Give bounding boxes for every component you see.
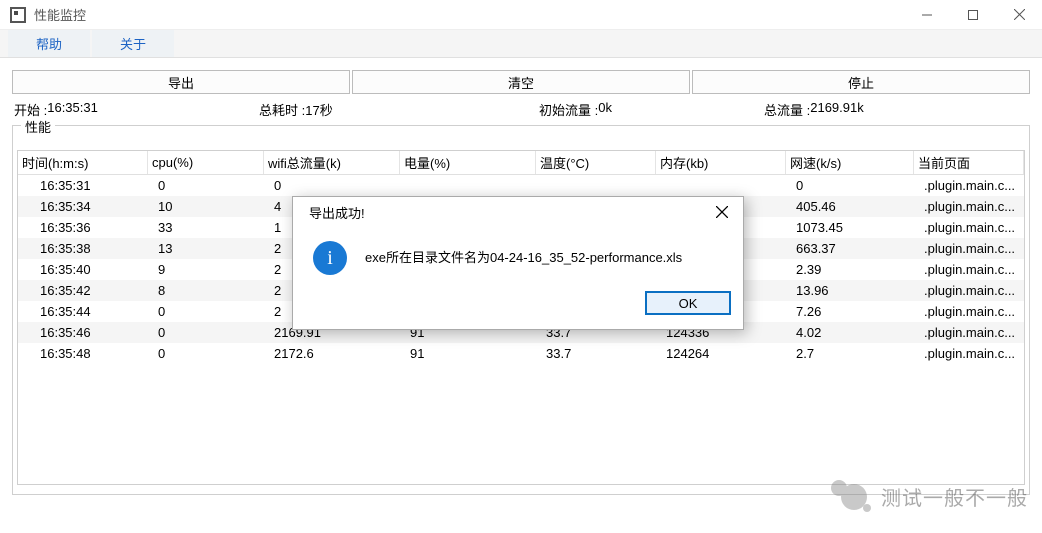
cell-net: 13.96 xyxy=(786,283,914,298)
cell-time: 16:35:46 xyxy=(18,325,148,340)
stat-elapsed-value: 17秒 xyxy=(305,100,332,119)
cell-net: 663.37 xyxy=(786,241,914,256)
cell-wifi: 0 xyxy=(264,178,400,193)
cell-page: .plugin.main.c... xyxy=(914,178,1024,193)
minimize-button[interactable] xyxy=(904,0,950,30)
stat-elapsed-label: 总耗时 : xyxy=(259,100,305,119)
stat-init-traffic-label: 初始流量 : xyxy=(539,100,598,119)
clear-button[interactable]: 清空 xyxy=(352,70,690,94)
cell-net: 2.7 xyxy=(786,346,914,361)
stop-button[interactable]: 停止 xyxy=(692,70,1030,94)
info-icon: i xyxy=(313,241,347,275)
cell-cpu: 8 xyxy=(148,283,264,298)
col-time[interactable]: 时间(h:m:s) xyxy=(18,151,148,174)
window-title: 性能监控 xyxy=(34,5,86,24)
stat-elapsed: 总耗时 : 17秒 xyxy=(259,100,539,119)
app-icon xyxy=(10,7,26,23)
cell-battery: 91 xyxy=(400,346,536,361)
maximize-icon xyxy=(968,10,978,20)
cell-cpu: 9 xyxy=(148,262,264,277)
cell-page: .plugin.main.c... xyxy=(914,346,1024,361)
cell-net: 2.39 xyxy=(786,262,914,277)
stats-row: 开始 : 16:35:31 总耗时 : 17秒 初始流量 : 0k 总流量 : … xyxy=(12,94,1030,123)
table-row[interactable]: 16:35:31000.plugin.main.c... xyxy=(18,175,1024,196)
cell-time: 16:35:42 xyxy=(18,283,148,298)
stat-total-traffic-label: 总流量 : xyxy=(764,100,810,119)
cell-cpu: 10 xyxy=(148,199,264,214)
cell-temp: 33.7 xyxy=(536,346,656,361)
cell-net: 0 xyxy=(786,178,914,193)
menubar: 帮助 关于 xyxy=(0,30,1042,58)
cell-net: 4.02 xyxy=(786,325,914,340)
window-titlebar: 性能监控 xyxy=(0,0,1042,30)
table-row[interactable]: 16:35:4802172.69133.71242642.7.plugin.ma… xyxy=(18,343,1024,364)
col-cpu[interactable]: cpu(%) xyxy=(148,151,264,174)
stat-init-traffic-value: 0k xyxy=(598,100,612,119)
cell-net: 405.46 xyxy=(786,199,914,214)
col-temp[interactable]: 温度(°C) xyxy=(536,151,656,174)
export-success-dialog: 导出成功! i exe所在目录文件名为04-24-16_35_52-perfor… xyxy=(292,196,744,330)
cell-cpu: 0 xyxy=(148,346,264,361)
cell-page: .plugin.main.c... xyxy=(914,241,1024,256)
cell-time: 16:35:44 xyxy=(18,304,148,319)
cell-time: 16:35:48 xyxy=(18,346,148,361)
action-row: 导出 清空 停止 xyxy=(12,70,1030,94)
cell-cpu: 33 xyxy=(148,220,264,235)
cell-net: 7.26 xyxy=(786,304,914,319)
cell-page: .plugin.main.c... xyxy=(914,262,1024,277)
cell-cpu: 0 xyxy=(148,325,264,340)
cell-page: .plugin.main.c... xyxy=(914,199,1024,214)
dialog-body: i exe所在目录文件名为04-24-16_35_52-performance.… xyxy=(293,227,743,285)
cell-cpu: 0 xyxy=(148,304,264,319)
cell-page: .plugin.main.c... xyxy=(914,304,1024,319)
dialog-message: exe所在目录文件名为04-24-16_35_52-performance.xl… xyxy=(365,241,682,266)
col-page[interactable]: 当前页面 xyxy=(914,151,1024,174)
cell-wifi: 2172.6 xyxy=(264,346,400,361)
col-mem[interactable]: 内存(kb) xyxy=(656,151,786,174)
cell-mem: 124264 xyxy=(656,346,786,361)
close-icon xyxy=(1014,9,1025,20)
cell-page: .plugin.main.c... xyxy=(914,283,1024,298)
cell-cpu: 13 xyxy=(148,241,264,256)
performance-legend: 性能 xyxy=(21,117,55,136)
col-battery[interactable]: 电量(%) xyxy=(400,151,536,174)
cell-time: 16:35:38 xyxy=(18,241,148,256)
cell-net: 1073.45 xyxy=(786,220,914,235)
col-net[interactable]: 网速(k/s) xyxy=(786,151,914,174)
table-header: 时间(h:m:s) cpu(%) wifi总流量(k) 电量(%) 温度(°C)… xyxy=(18,151,1024,175)
export-button[interactable]: 导出 xyxy=(12,70,350,94)
dialog-titlebar: 导出成功! xyxy=(293,197,743,227)
cell-page: .plugin.main.c... xyxy=(914,220,1024,235)
stat-total-traffic-value: 2169.91k xyxy=(810,100,864,119)
cell-time: 16:35:34 xyxy=(18,199,148,214)
stat-total-traffic: 总流量 : 2169.91k xyxy=(764,100,864,119)
col-wifi[interactable]: wifi总流量(k) xyxy=(264,151,400,174)
stat-init-traffic: 初始流量 : 0k xyxy=(539,100,764,119)
dialog-title: 导出成功! xyxy=(309,203,365,222)
menu-help[interactable]: 帮助 xyxy=(8,30,90,57)
close-button[interactable] xyxy=(996,0,1042,30)
dialog-footer: OK xyxy=(293,285,743,329)
cell-time: 16:35:36 xyxy=(18,220,148,235)
menu-about[interactable]: 关于 xyxy=(92,30,174,57)
close-icon xyxy=(716,206,728,218)
dialog-ok-button[interactable]: OK xyxy=(645,291,731,315)
minimize-icon xyxy=(922,10,932,20)
dialog-close-button[interactable] xyxy=(701,197,743,227)
cell-time: 16:35:40 xyxy=(18,262,148,277)
cell-page: .plugin.main.c... xyxy=(914,325,1024,340)
cell-cpu: 0 xyxy=(148,178,264,193)
maximize-button[interactable] xyxy=(950,0,996,30)
cell-time: 16:35:31 xyxy=(18,178,148,193)
